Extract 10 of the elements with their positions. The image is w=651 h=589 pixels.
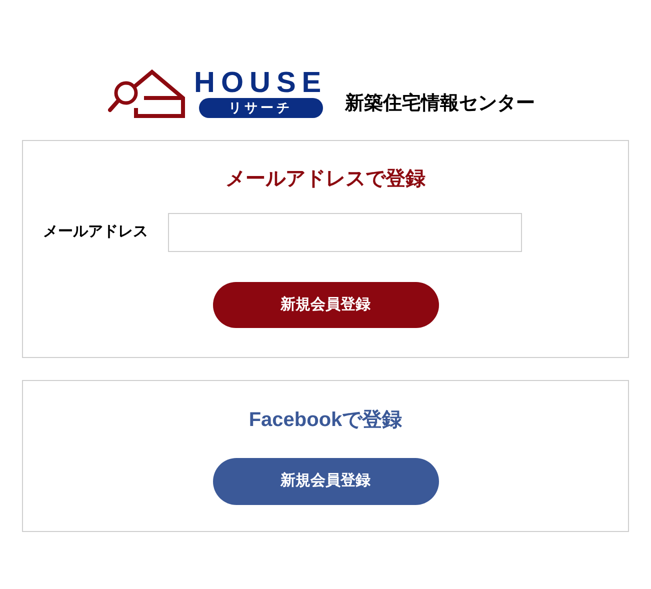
logo-badge: リサーチ <box>198 98 323 118</box>
register-button[interactable]: 新規会員登録 <box>212 282 438 328</box>
field-label: メールアドレス <box>43 222 149 242</box>
site-tagline: 新築住宅情報センター <box>345 92 536 116</box>
card-title: Facebookで登録 <box>248 408 402 433</box>
card-title: メールアドレスで登録 <box>226 167 426 192</box>
logo-wordmark: HOUSE <box>194 69 328 97</box>
email-input-field[interactable] <box>168 213 522 252</box>
house-magnifier-icon <box>108 68 186 118</box>
facebook-register-button[interactable]: 新規会員登録 <box>212 458 438 505</box>
